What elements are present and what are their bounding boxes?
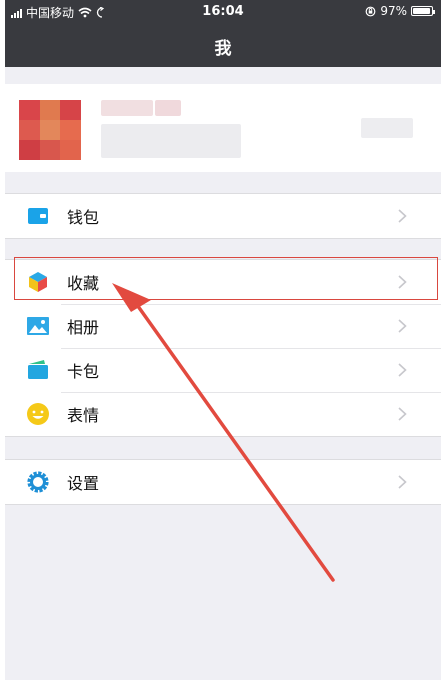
chevron-right-icon [398, 475, 407, 489]
chevron-right-icon [398, 275, 407, 289]
chevron-right-icon [398, 319, 407, 333]
page-title: 我 [214, 39, 232, 59]
chevron-right-icon [398, 363, 407, 377]
menu-item-settings[interactable]: 设置 [5, 460, 441, 504]
profile-header[interactable] [5, 84, 441, 172]
features-group: 收藏 相册 卡包 表情 [5, 259, 441, 437]
phone-screen: 中国移动 16:04 97% 我 钱包 收藏 相册 卡包 表情 设置 [5, 0, 441, 680]
top-bar: 中国移动 16:04 97% 我 [5, 0, 441, 67]
menu-item-stickers-label: 表情 [67, 406, 100, 425]
menu-item-settings-label: 设置 [67, 474, 100, 493]
settings-group: 设置 [5, 459, 441, 505]
menu-item-cards[interactable]: 卡包 [5, 348, 441, 392]
status-bar: 中国移动 16:04 97% [5, 0, 441, 22]
status-right: 97% [365, 4, 435, 18]
battery-fill [413, 8, 431, 14]
menu-item-album-label: 相册 [67, 318, 100, 337]
menu-item-stickers[interactable]: 表情 [5, 392, 441, 436]
chevron-right-icon [398, 209, 407, 223]
frame-edge [441, 0, 446, 680]
menu-item-wallet-label: 钱包 [67, 208, 100, 227]
menu-item-favorites[interactable]: 收藏 [5, 260, 441, 304]
chevron-right-icon [398, 407, 407, 421]
menu-item-favorites-label: 收藏 [67, 274, 100, 293]
qr-code-blurred[interactable] [361, 118, 413, 138]
battery-percent: 97% [380, 4, 407, 18]
rotation-lock-icon [365, 6, 376, 16]
menu-item-cards-label: 卡包 [67, 362, 100, 381]
menu-item-wallet[interactable]: 钱包 [5, 194, 441, 238]
profile-info-blurred [155, 100, 181, 116]
menu-item-album[interactable]: 相册 [5, 304, 441, 348]
wallet-icon [28, 208, 48, 224]
cube-icon [29, 272, 47, 292]
picture-icon [27, 317, 49, 335]
card-icon [28, 360, 48, 379]
battery-icon [411, 6, 435, 16]
profile-id-blurred [101, 124, 241, 158]
avatar[interactable] [19, 100, 81, 160]
wallet-group: 钱包 [5, 193, 441, 239]
profile-name-blurred [101, 100, 153, 116]
smiley-icon [27, 403, 49, 425]
gear-icon [27, 471, 49, 493]
